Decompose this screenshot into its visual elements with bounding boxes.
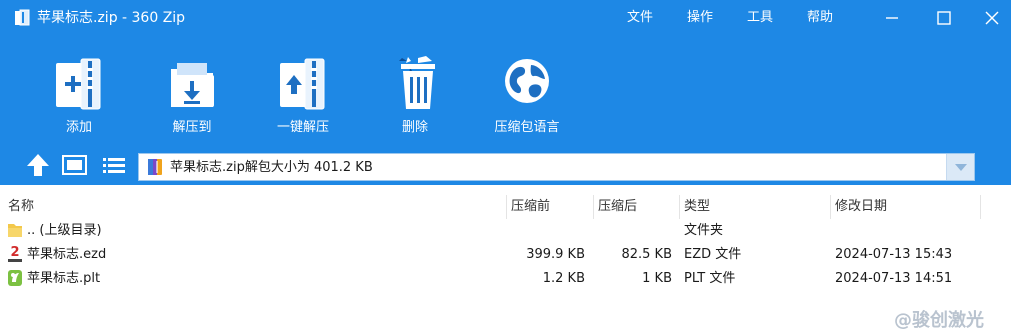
list-view-icon[interactable] [99, 151, 129, 179]
plt-file-icon [8, 270, 22, 286]
add-button[interactable]: 添加 [29, 55, 129, 141]
archive-language-label: 压缩包语言 [494, 120, 560, 135]
file-type: 文件夹 [684, 223, 724, 238]
up-arrow-icon[interactable] [23, 151, 53, 179]
file-name: 苹果标志.plt [27, 271, 101, 286]
column-header-name[interactable]: 名称 [8, 198, 34, 215]
path-bar[interactable]: 苹果标志.zip解包大小为 401.2 KB [138, 153, 975, 181]
thumbnail-view-icon[interactable] [59, 151, 89, 179]
folder-icon [8, 224, 22, 237]
toolbar: 添加 解压到 一键解压 删除 压缩包语言 [0, 36, 1011, 145]
column-divider[interactable] [679, 195, 680, 219]
menu-help[interactable]: 帮助 [807, 9, 833, 27]
globe-icon [505, 59, 549, 103]
original-size: 399.9 KB [526, 247, 585, 262]
app-icon [15, 9, 30, 26]
column-divider[interactable] [506, 195, 507, 219]
trash-icon [399, 56, 435, 109]
table-row[interactable]: 2 苹果标志.ezd 399.9 KB 82.5 KB EZD 文件 2024-… [0, 243, 1011, 267]
file-type: PLT 文件 [684, 271, 736, 286]
delete-label: 删除 [401, 120, 428, 135]
column-divider[interactable] [980, 195, 981, 219]
file-name: 苹果标志.ezd [27, 247, 107, 262]
archive-language-button[interactable]: 压缩包语言 [477, 55, 577, 141]
title-bar: 苹果标志.zip - 360 Zip 文件 操作 工具 帮助 [0, 0, 1011, 36]
path-dropdown-button[interactable] [946, 154, 974, 180]
window-title: 苹果标志.zip - 360 Zip [37, 10, 186, 26]
column-divider[interactable] [830, 195, 831, 219]
table-row[interactable]: 苹果标志.plt 1.2 KB 1 KB PLT 文件 2024-07-13 1… [0, 267, 1011, 291]
table-row[interactable]: .. (上级目录) 文件夹 [0, 219, 1011, 243]
original-size: 1.2 KB [542, 271, 585, 286]
menu-file[interactable]: 文件 [627, 9, 653, 27]
extract-to-label: 解压到 [172, 120, 212, 135]
svg-text:2: 2 [10, 245, 19, 260]
extract-to-icon [171, 63, 214, 107]
add-label: 添加 [65, 120, 92, 135]
minimize-icon[interactable] [880, 6, 904, 30]
close-icon[interactable] [980, 6, 1004, 30]
maximize-icon[interactable] [932, 6, 956, 30]
one-click-extract-label: 一键解压 [276, 120, 329, 135]
column-divider[interactable] [593, 195, 594, 219]
file-type: EZD 文件 [684, 247, 742, 262]
navigation-bar: 苹果标志.zip解包大小为 401.2 KB [0, 145, 1011, 185]
extract-to-button[interactable]: 解压到 [142, 55, 242, 141]
compressed-size: 1 KB [642, 271, 672, 286]
one-click-extract-button[interactable]: 一键解压 [253, 55, 353, 141]
chevron-down-icon [955, 164, 967, 171]
menu-operate[interactable]: 操作 [687, 9, 713, 27]
delete-button[interactable]: 删除 [365, 55, 465, 141]
compressed-size: 82.5 KB [621, 247, 672, 262]
watermark: @骏创激光 [894, 310, 984, 331]
column-header-modified[interactable]: 修改日期 [835, 198, 887, 215]
one-click-extract-icon [280, 58, 325, 110]
modified-date: 2024-07-13 14:51 [835, 271, 953, 286]
file-list: 名称 压缩前 压缩后 类型 修改日期 .. (上级目录) 文件夹 2 苹果标志.… [0, 194, 1011, 335]
ezcad-file-icon: 2 [7, 245, 23, 263]
modified-date: 2024-07-13 15:43 [835, 247, 953, 262]
column-header-type[interactable]: 类型 [684, 198, 710, 215]
file-name: .. (上级目录) [27, 223, 102, 238]
path-text: 苹果标志.zip解包大小为 401.2 KB [170, 160, 373, 175]
menu-tools[interactable]: 工具 [747, 9, 773, 27]
column-header-original-size[interactable]: 压缩前 [511, 198, 550, 215]
zip-archive-icon [148, 159, 162, 175]
column-header-compressed-size[interactable]: 压缩后 [598, 198, 637, 215]
add-icon [56, 58, 101, 110]
